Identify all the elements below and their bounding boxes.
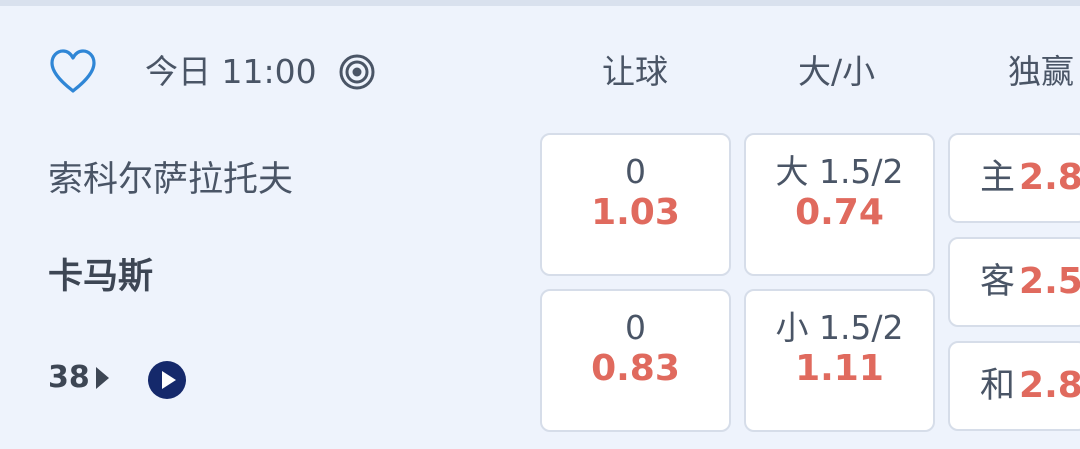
odds-label: 主 xyxy=(980,158,1016,198)
play-circle-icon[interactable] xyxy=(148,361,186,399)
column-header-moneyline: 独赢 xyxy=(1008,52,1074,91)
odds-line: 小 1.5/2 xyxy=(775,308,904,347)
moneyline-draw-button[interactable]: 和 2.8 xyxy=(948,341,1080,431)
odds-price: 1.11 xyxy=(795,348,884,389)
match-card: 今日 11:00 让球 大/小 独赢 索科尔萨拉托夫 卡马斯 38 0 1.03… xyxy=(0,6,1080,449)
more-markets-count: 38 xyxy=(48,360,90,395)
target-icon[interactable] xyxy=(338,53,376,91)
column-header-handicap: 让球 xyxy=(602,52,668,91)
odds-line: 0 xyxy=(625,152,646,191)
odds-line: 大 1.5/2 xyxy=(775,152,904,191)
away-team-name: 卡马斯 xyxy=(48,257,154,297)
column-header-over-under: 大/小 xyxy=(798,52,876,91)
odds-price: 2.5 xyxy=(1019,261,1080,302)
odds-label: 和 xyxy=(980,366,1016,406)
handicap-away-odds-button[interactable]: 0 0.83 xyxy=(540,289,731,432)
play-triangle xyxy=(162,371,176,389)
over-odds-button[interactable]: 大 1.5/2 0.74 xyxy=(744,133,935,276)
under-odds-button[interactable]: 小 1.5/2 1.11 xyxy=(744,289,935,432)
caret-right-icon xyxy=(95,367,109,389)
home-team-name: 索科尔萨拉托夫 xyxy=(48,160,294,200)
odds-label: 客 xyxy=(980,262,1016,302)
match-time: 今日 11:00 xyxy=(145,52,317,91)
more-markets-button[interactable]: 38 xyxy=(48,360,109,396)
handicap-home-odds-button[interactable]: 0 1.03 xyxy=(540,133,731,276)
odds-price: 0.83 xyxy=(591,348,680,389)
odds-price: 2.8 xyxy=(1019,365,1080,406)
moneyline-away-button[interactable]: 客 2.5 xyxy=(948,237,1080,327)
odds-line: 0 xyxy=(625,308,646,347)
odds-price: 2.8 xyxy=(1019,157,1080,198)
odds-price: 0.74 xyxy=(795,192,884,233)
heart-icon[interactable] xyxy=(48,48,98,96)
odds-price: 1.03 xyxy=(591,192,680,233)
moneyline-home-button[interactable]: 主 2.8 xyxy=(948,133,1080,223)
